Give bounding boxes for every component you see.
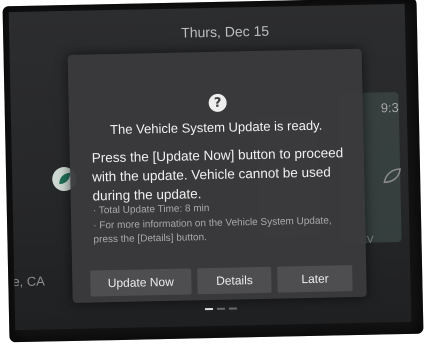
dialog-button-row: Update Now Details Later [90,265,353,297]
page-dot-active [204,307,213,311]
question-icon: ? [208,93,227,113]
page-dot [216,307,225,310]
note-details-info: · For more information on the Vehicle Sy… [93,215,332,246]
page-indicator [204,307,237,311]
infotainment-screen: Thurs, Dec 15 9:3 e, CA EV ? The Vehicle… [8,3,412,331]
dialog-notes: · Total Update Time: 8 min · For more in… [93,199,356,248]
dialog-title: The Vehicle System Update is ready. [109,117,323,138]
later-button[interactable]: Later [277,265,353,293]
status-date: Thurs, Dec 15 [181,22,270,41]
details-button[interactable]: Details [196,266,273,295]
status-location: e, CA [12,273,46,290]
leaf-outline-icon [380,164,404,188]
update-now-button[interactable]: Update Now [90,268,192,297]
system-update-dialog: ? The Vehicle System Update is ready. Pr… [67,48,367,303]
dialog-message: Press the [Update Now] button to proceed… [91,145,344,204]
page-dot [228,307,237,310]
status-clock: 9:3 [380,100,399,116]
